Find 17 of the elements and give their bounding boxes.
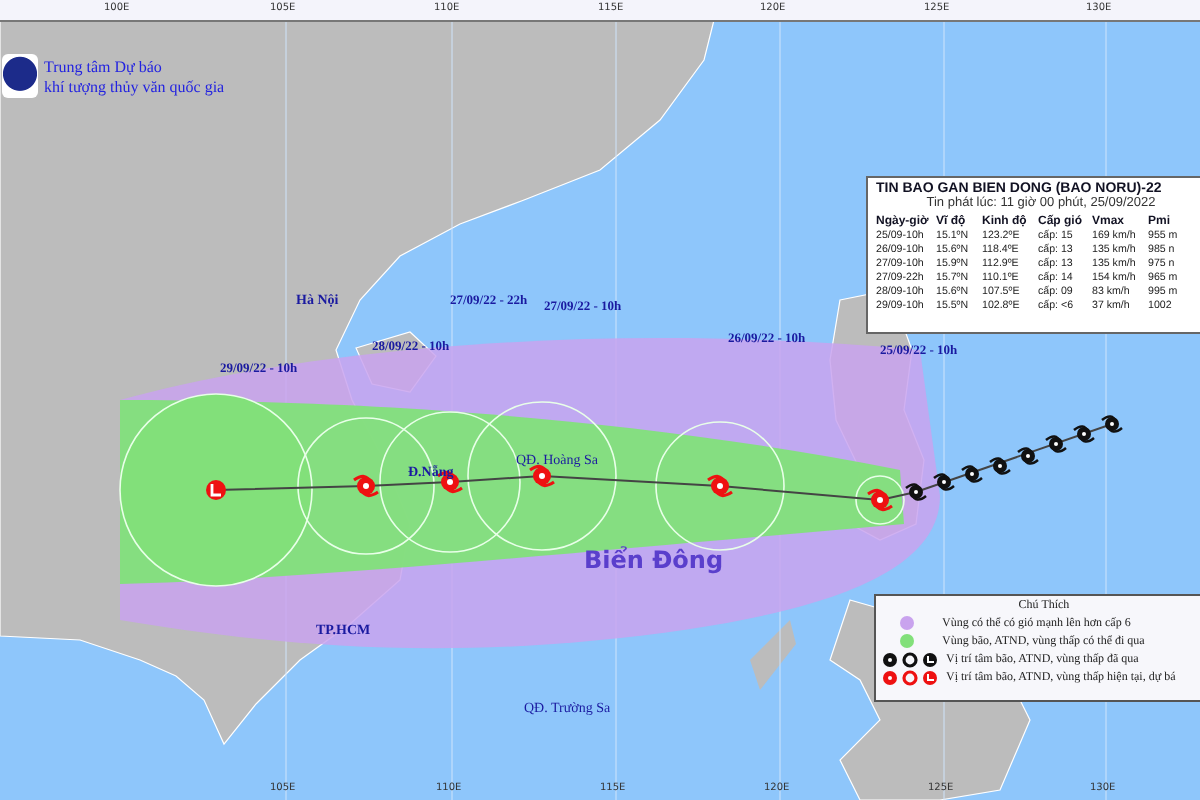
place-label: Biển Đông <box>584 546 724 574</box>
agency-name: Trung tâm Dự báo <box>44 58 164 78</box>
storm-icon <box>528 464 556 488</box>
storm-icon <box>1100 415 1124 433</box>
agency-name: khí tượng thủy văn quốc gia <box>44 78 225 98</box>
storm-icon <box>1016 447 1040 465</box>
agency-logo-icon <box>2 54 38 98</box>
storm-icon <box>960 465 984 483</box>
storm-icon <box>706 474 734 498</box>
low-pressure-icon <box>206 480 226 500</box>
storm-icon <box>1072 425 1096 443</box>
storm-icon <box>932 473 956 491</box>
storm-icon <box>1044 435 1068 453</box>
storm-icon <box>904 483 928 501</box>
storm-icon <box>352 474 380 498</box>
storm-icon <box>866 488 894 512</box>
storm-icon <box>988 457 1012 475</box>
